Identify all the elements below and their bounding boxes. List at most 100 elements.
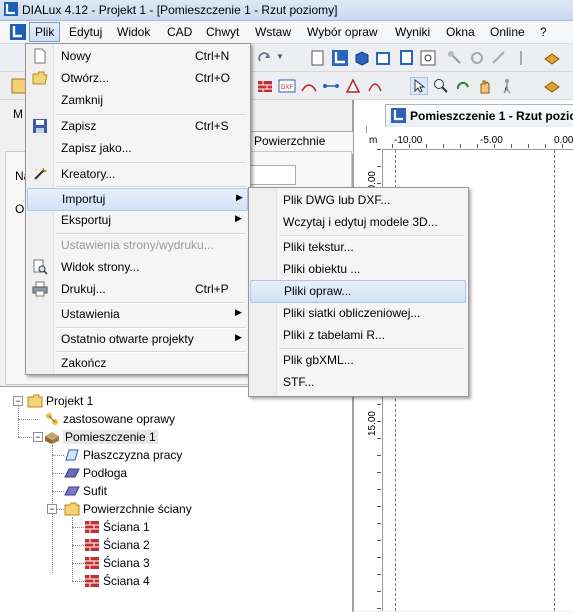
tree-item-luminaires[interactable]: zastosowane oprawy bbox=[44, 410, 175, 428]
panel-tab-partial[interactable]: M bbox=[5, 104, 25, 124]
menu-item-zakoncz[interactable]: Zakończ bbox=[28, 353, 247, 374]
measure-line-icon[interactable] bbox=[300, 77, 318, 95]
cad-import-icon[interactable]: DXF bbox=[278, 77, 296, 95]
tree-label: Pomieszczenie 1 bbox=[63, 430, 158, 444]
menu-item-widok-strony[interactable]: Widok strony... bbox=[28, 257, 247, 278]
submenu-item-calculation-grid[interactable]: Pliki siatki obliczeniowej... bbox=[251, 303, 465, 324]
floor-icon bbox=[64, 468, 80, 478]
submenu-item-gbxml[interactable]: Plik gbXML... bbox=[251, 350, 465, 371]
menu-item-ustawienia[interactable]: Ustawienia ▶ bbox=[28, 304, 247, 325]
tree-label: Ściana 4 bbox=[103, 574, 150, 588]
menu-item-importuj[interactable]: Importuj ▶ bbox=[27, 188, 248, 211]
mirror-tool-icon[interactable] bbox=[512, 49, 530, 67]
floorplan-icon bbox=[391, 108, 406, 123]
submenu-item-luminaires[interactable]: Pliki opraw... bbox=[250, 280, 466, 303]
dimension-icon[interactable] bbox=[322, 77, 340, 95]
zoom-window-icon[interactable] bbox=[419, 49, 437, 67]
wall-icon bbox=[85, 575, 99, 587]
tree-label: Ściana 1 bbox=[103, 520, 150, 534]
menu-wyniki[interactable]: Wyniki bbox=[395, 25, 430, 39]
luminaire-icon bbox=[46, 413, 58, 425]
wall-object-icon[interactable] bbox=[256, 77, 274, 95]
tree-item-projekt[interactable]: Projekt 1 bbox=[27, 392, 93, 410]
project-tree: − − − Projekt 1 zastosowane oprawy Pomie… bbox=[0, 386, 353, 612]
workplane-icon bbox=[65, 449, 79, 461]
submenu-item-stf[interactable]: STF... bbox=[251, 372, 465, 393]
arc-icon[interactable] bbox=[366, 77, 384, 95]
floorplan-icon[interactable] bbox=[331, 49, 349, 67]
tree-item-wall-1[interactable]: Ściana 1 bbox=[84, 518, 150, 536]
open-folder-icon bbox=[32, 71, 48, 85]
wall-icon bbox=[85, 557, 99, 569]
printer-icon bbox=[32, 281, 48, 297]
svg-text:DXF: DXF bbox=[281, 85, 293, 91]
view-tab[interactable]: Pomieszczenie 1 - Rzut poziomy bbox=[385, 104, 573, 127]
menu-chwyt[interactable]: Chwyt bbox=[206, 25, 239, 39]
window-title: DIALux 4.12 - Projekt 1 - [Pomieszczenie… bbox=[22, 3, 338, 17]
tree-item-floor[interactable]: Podłoga bbox=[64, 464, 127, 482]
menu-edytuj[interactable]: Edytuj bbox=[69, 25, 102, 39]
expand-powierzchnie-sciany[interactable]: − bbox=[47, 504, 57, 514]
folder-icon bbox=[64, 502, 80, 516]
submenu-item-r-tables[interactable]: Pliki z tabelami R... bbox=[251, 325, 465, 346]
tree-item-room[interactable]: Pomieszczenie 1 bbox=[44, 428, 158, 446]
menu-item-nowy[interactable]: Nowy Ctrl+N bbox=[28, 46, 247, 67]
tree-item-workplane[interactable]: Płaszczyzna pracy bbox=[64, 446, 182, 464]
tree-label: Ściana 3 bbox=[103, 556, 150, 570]
submenu-item-dwg-dxf[interactable]: Plik DWG lub DXF... bbox=[251, 190, 465, 211]
menu-plik[interactable]: Plik bbox=[29, 22, 61, 42]
view-side-icon[interactable] bbox=[397, 49, 415, 67]
pointer-icon[interactable] bbox=[410, 77, 428, 95]
submenu-item-3d-models[interactable]: Wczytaj i edytuj modele 3D... bbox=[251, 212, 465, 233]
walk-icon[interactable] bbox=[498, 77, 516, 95]
submenu-item-objects[interactable]: Pliki obiektu ... bbox=[251, 259, 465, 280]
tree-label: Powierzchnie ściany bbox=[83, 502, 192, 516]
submenu-item-textures[interactable]: Pliki tekstur... bbox=[251, 237, 465, 258]
menu-help[interactable]: ? bbox=[540, 25, 547, 39]
tab-powierzchnie-label: Powierzchnie bbox=[254, 134, 326, 148]
menu-item-otworz[interactable]: Otwórz... Ctrl+O bbox=[28, 68, 247, 89]
menu-item-drukuj[interactable]: Drukuj... Ctrl+P bbox=[28, 279, 247, 300]
luminaire-catalog-icon[interactable] bbox=[543, 49, 561, 67]
tree-label: Sufit bbox=[83, 484, 108, 498]
view-front-icon[interactable] bbox=[375, 49, 393, 67]
menu-bar: Plik Edytuj Widok CAD Chwyt Wstaw Wybór … bbox=[0, 21, 573, 44]
menu-item-zapisz[interactable]: Zapisz Ctrl+S bbox=[28, 116, 247, 137]
rotate-view-icon[interactable] bbox=[454, 77, 472, 95]
tree-item-ceiling[interactable]: Sufit bbox=[64, 482, 107, 500]
menu-online[interactable]: Online bbox=[490, 25, 525, 39]
menu-wstaw[interactable]: Wstaw bbox=[255, 25, 291, 39]
redo-dropdown-icon[interactable]: ▼ bbox=[276, 52, 284, 61]
rotate-tool-icon[interactable] bbox=[468, 49, 486, 67]
menu-widok[interactable]: Widok bbox=[117, 25, 150, 39]
luminaire-insert-icon[interactable] bbox=[543, 77, 561, 95]
menu-okna[interactable]: Okna bbox=[446, 25, 475, 39]
tree-item-wall-surfaces[interactable]: Powierzchnie ściany bbox=[64, 500, 192, 518]
app-menu-icon[interactable] bbox=[10, 24, 26, 40]
menu-item-zapisz-jako[interactable]: Zapisz jako... bbox=[28, 138, 247, 159]
view-3d-icon[interactable] bbox=[353, 49, 371, 67]
menu-item-ostatnio-otwarte[interactable]: Ostatnio otwarte projekty ▶ bbox=[28, 329, 247, 350]
menu-item-zamknij[interactable]: Zamknij bbox=[28, 90, 247, 111]
horizontal-ruler: m -10.00 -5.00 0.00 bbox=[366, 133, 573, 150]
tree-label: Płaszczyzna pracy bbox=[83, 448, 183, 462]
new-room-icon[interactable] bbox=[309, 49, 327, 67]
menu-wybor-opraw[interactable]: Wybór opraw bbox=[307, 25, 378, 39]
polygon-icon[interactable] bbox=[344, 77, 362, 95]
menu-item-eksportuj[interactable]: Eksportuj ▶ bbox=[28, 210, 247, 231]
pan-hand-icon[interactable] bbox=[476, 77, 494, 95]
measure-tool-icon[interactable] bbox=[490, 49, 508, 67]
zoom-icon[interactable] bbox=[432, 77, 450, 95]
expand-projekt-1[interactable]: − bbox=[13, 396, 23, 406]
tree-item-wall-2[interactable]: Ściana 2 bbox=[84, 536, 150, 554]
tree-item-wall-3[interactable]: Ściana 3 bbox=[84, 554, 150, 572]
menu-item-kreatory[interactable]: Kreatory... bbox=[28, 164, 247, 185]
tree-label: Ściana 2 bbox=[103, 538, 150, 552]
tree-item-wall-4[interactable]: Ściana 4 bbox=[84, 572, 150, 590]
select-tool-icon[interactable] bbox=[446, 49, 464, 67]
menu-cad[interactable]: CAD bbox=[167, 25, 192, 39]
print-preview-icon bbox=[33, 259, 48, 275]
redo-icon[interactable] bbox=[256, 49, 274, 67]
expand-pomieszczenie-1[interactable]: − bbox=[33, 432, 43, 442]
tree-label: zastosowane oprawy bbox=[63, 412, 176, 426]
